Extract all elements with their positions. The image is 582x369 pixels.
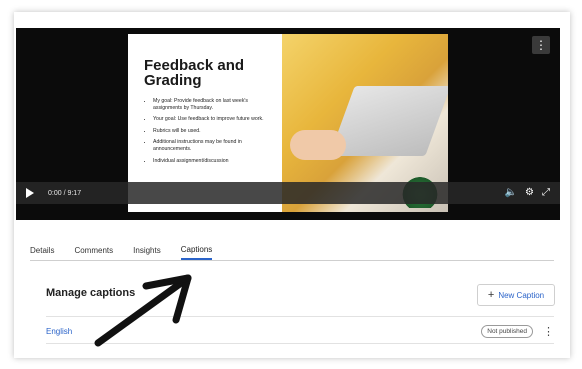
tab-insights[interactable]: Insights xyxy=(133,240,161,260)
caption-row: English Not published ⋮ xyxy=(46,320,554,342)
slide-bullet: Your goal: Use feedback to improve futur… xyxy=(153,116,274,123)
slide-bullet-list: My goal: Provide feedback on last week's… xyxy=(144,98,274,164)
volume-icon[interactable]: 🔈 xyxy=(505,188,517,198)
play-icon[interactable] xyxy=(26,188,34,198)
section-title: Manage captions xyxy=(46,287,136,299)
video-player[interactable]: Feedback and Grading My goal: Provide fe… xyxy=(16,28,560,220)
slide-bullet: Additional instructions may be found in … xyxy=(153,139,274,152)
tab-comments[interactable]: Comments xyxy=(74,240,113,260)
new-caption-button[interactable]: + New Caption xyxy=(477,284,555,306)
time-display: 0:00 / 9:17 xyxy=(48,189,82,197)
row-kebab-icon[interactable]: ⋮ xyxy=(543,325,554,338)
slide-bullet: Individual assignment/discussion xyxy=(153,158,274,165)
divider xyxy=(46,316,554,317)
new-caption-label: New Caption xyxy=(498,290,545,300)
settings-icon[interactable]: ⚙ xyxy=(525,188,534,198)
laptop-image xyxy=(329,86,448,156)
slide-bullet: Rubrics will be used. xyxy=(153,128,274,135)
tab-captions[interactable]: Captions xyxy=(180,240,213,260)
divider xyxy=(46,343,554,344)
tab-details[interactable]: Details xyxy=(30,240,54,260)
fullscreen-icon[interactable]: ⤢ xyxy=(542,188,550,198)
slide-title: Feedback and Grading xyxy=(144,57,245,89)
player-controls: 0:00 / 9:17 🔈 ⚙ ⤢ xyxy=(16,182,560,204)
caption-language-link[interactable]: English xyxy=(46,327,72,336)
slide-bullet: My goal: Provide feedback on last week's… xyxy=(153,98,274,111)
tab-bar: Details Comments Insights Captions xyxy=(30,240,554,261)
hand-image xyxy=(290,130,346,160)
status-badge: Not published xyxy=(481,324,533,338)
kebab-icon[interactable]: ⋮ xyxy=(532,36,550,54)
plus-icon: + xyxy=(487,289,495,301)
